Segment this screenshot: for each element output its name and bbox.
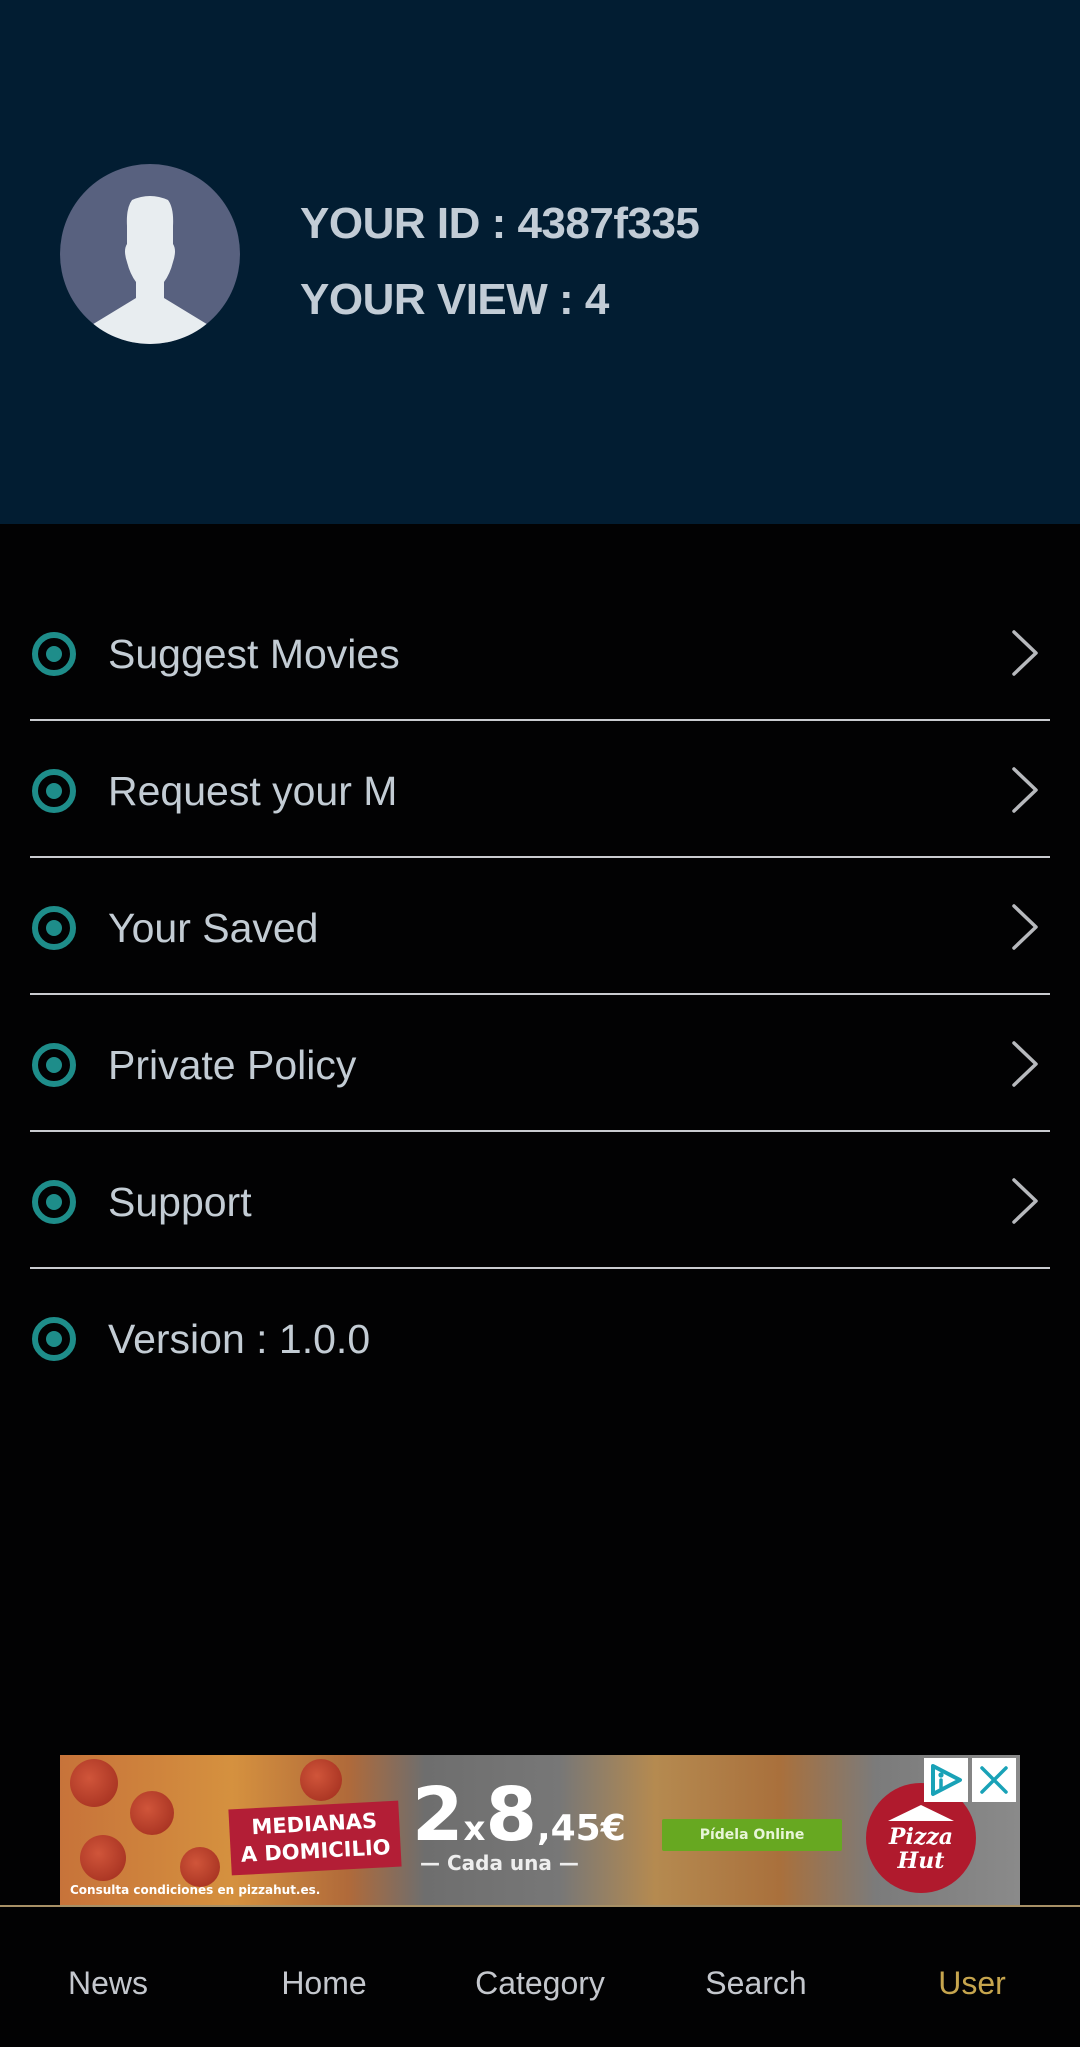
profile-info: YOUR ID : 4387f335 YOUR VIEW : 4 bbox=[300, 186, 700, 338]
brand-line2: Hut bbox=[897, 1848, 945, 1874]
close-icon bbox=[980, 1766, 1008, 1794]
chevron-right-icon bbox=[1012, 904, 1038, 950]
ad-choices-button[interactable] bbox=[924, 1758, 968, 1802]
bottom-navigation: News Home Category Search User bbox=[0, 1905, 1080, 2047]
user-silhouette-icon bbox=[90, 196, 210, 344]
ad-price-sub: — Cada una — bbox=[420, 1851, 579, 1875]
ad-banner[interactable]: MEDIANAS A DOMICILIO 2x8,45€ — Cada una … bbox=[60, 1755, 1020, 1905]
chevron-right-icon bbox=[1012, 1178, 1038, 1224]
menu-item-label: Support bbox=[108, 1179, 252, 1225]
nav-tab-search[interactable]: Search bbox=[648, 1907, 864, 2047]
menu-item-support[interactable]: Support bbox=[0, 1132, 1080, 1269]
nav-tab-news[interactable]: News bbox=[0, 1907, 216, 2047]
ad-price-count: 2 bbox=[412, 1772, 464, 1858]
radio-dot-icon bbox=[32, 906, 76, 950]
ad-tagline: MEDIANAS A DOMICILIO bbox=[228, 1800, 402, 1876]
ad-decoration bbox=[70, 1759, 118, 1807]
ad-price-x: x bbox=[463, 1809, 486, 1849]
menu-item-label: Private Policy bbox=[108, 1042, 357, 1088]
ad-decoration bbox=[180, 1847, 220, 1887]
ad-disclaimer: Consulta condiciones en pizzahut.es. bbox=[70, 1883, 321, 1897]
version-label: Version : 1.0.0 bbox=[108, 1316, 371, 1362]
radio-dot-icon bbox=[32, 1317, 76, 1361]
chevron-right-icon bbox=[1012, 1041, 1038, 1087]
brand-line1: Pizza bbox=[888, 1824, 954, 1850]
ad-cta-button[interactable]: Pídela Online bbox=[662, 1819, 842, 1851]
user-id-label: YOUR ID : 4387f335 bbox=[300, 199, 700, 248]
chevron-right-icon bbox=[1012, 767, 1038, 813]
menu-item-request-movie[interactable]: Request your M bbox=[0, 721, 1080, 858]
ad-price-cents: ,45€ bbox=[536, 1808, 626, 1849]
ad-decoration bbox=[130, 1791, 174, 1835]
ad-choices-icon bbox=[931, 1764, 962, 1796]
radio-dot-icon bbox=[32, 632, 76, 676]
ad-price-main: 8 bbox=[485, 1772, 537, 1858]
menu-item-label: Suggest Movies bbox=[108, 631, 400, 677]
nav-tab-category[interactable]: Category bbox=[432, 1907, 648, 2047]
nav-tab-user[interactable]: User bbox=[864, 1907, 1080, 2047]
settings-menu: Suggest Movies Request your M Your Saved bbox=[0, 584, 1080, 1406]
avatar bbox=[60, 164, 240, 344]
ad-decoration bbox=[80, 1835, 126, 1881]
ad-price: 2x8,45€ bbox=[412, 1775, 626, 1855]
radio-dot-icon bbox=[32, 1180, 76, 1224]
radio-dot-icon bbox=[32, 1043, 76, 1087]
user-view-count: YOUR VIEW : 4 bbox=[300, 275, 609, 324]
ad-close-button[interactable] bbox=[972, 1758, 1016, 1802]
logo-roof-icon bbox=[888, 1805, 954, 1821]
menu-item-private-policy[interactable]: Private Policy bbox=[0, 995, 1080, 1132]
menu-item-label: Request your M bbox=[108, 768, 398, 814]
ad-decoration bbox=[300, 1759, 342, 1801]
nav-tab-home[interactable]: Home bbox=[216, 1907, 432, 2047]
menu-item-suggest-movies[interactable]: Suggest Movies bbox=[0, 584, 1080, 721]
radio-dot-icon bbox=[32, 769, 76, 813]
chevron-right-icon bbox=[1012, 630, 1038, 676]
profile-header: YOUR ID : 4387f335 YOUR VIEW : 4 bbox=[0, 0, 1080, 524]
menu-item-your-saved[interactable]: Your Saved bbox=[0, 858, 1080, 995]
menu-item-label: Your Saved bbox=[108, 905, 319, 951]
menu-item-version: Version : 1.0.0 bbox=[0, 1269, 1080, 1406]
